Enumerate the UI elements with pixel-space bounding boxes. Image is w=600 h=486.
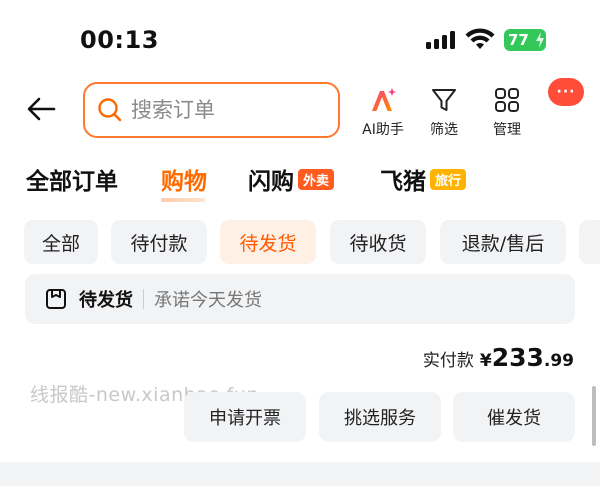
filter-funnel-icon [432,89,456,111]
message-bubble-icon[interactable]: ··· [548,78,584,106]
filter-chip-all[interactable]: 全部 [24,220,98,264]
tab-fliggy[interactable]: 飞猪 旅行 [380,162,467,196]
search-input[interactable] [131,98,331,122]
grid-manage-icon [495,88,519,112]
tab-badge-takeout: 外卖 [298,168,335,190]
charging-bolt-icon [536,32,544,48]
price-currency: ¥ [479,351,492,371]
order-status: 待发货 [79,290,133,311]
urge-shipment-button[interactable]: 催发货 [453,392,575,442]
manage-label: 管理 [493,122,521,138]
cellular-signal-icon [426,31,455,49]
tab-label: 闪购 [248,169,294,195]
tab-label: 飞猪 [380,169,426,195]
request-invoice-button[interactable]: 申请开票 [184,392,306,442]
wifi-icon [465,28,495,49]
battery-level: 77 [508,31,529,49]
filter-label: 筛选 [430,122,458,138]
status-time: 00:13 [80,26,159,54]
tab-flash-buy[interactable]: 闪购 外卖 [248,162,335,196]
paid-amount: 实付款 ¥ 233 .99 [423,343,574,372]
tab-badge-travel: 旅行 [430,168,467,190]
filter-chip-pending-payment[interactable]: 待付款 [111,220,207,264]
tab-label: 购物 [161,169,207,195]
tab-label: 全部订单 [26,169,118,195]
ai-assistant-icon [372,88,396,111]
search-box[interactable] [83,82,340,138]
order-status-row[interactable]: 待发货 承诺今天发货 [25,274,575,324]
status-divider [143,289,144,309]
battery-indicator: 77 [504,29,546,51]
manage-button[interactable]: 管理 [477,86,537,139]
back-arrow-icon[interactable] [26,94,56,124]
filter-chip-pending-receipt[interactable]: 待收货 [330,220,426,264]
ai-assistant-label: AI助手 [362,122,404,138]
tab-shopping[interactable]: 购物 [161,162,207,196]
price-decimal: .99 [543,351,574,371]
filter-chip-refund-aftersale[interactable]: 退款/售后 [440,220,566,264]
scrollbar[interactable] [592,386,596,446]
shipping-promise: 承诺今天发货 [154,290,262,311]
ai-assistant-button[interactable]: AI助手 [353,86,413,139]
paid-label: 实付款 [422,351,474,371]
package-icon [46,289,66,309]
filter-chip-pending-shipment[interactable]: 待发货 [220,220,316,264]
tab-all-orders[interactable]: 全部订单 [26,162,118,196]
filter-button[interactable]: 筛选 [414,86,474,139]
next-card-edge [0,462,600,486]
active-tab-indicator [161,198,205,202]
filter-chip-overflow[interactable] [579,220,600,264]
search-icon [98,98,122,122]
select-service-button[interactable]: 挑选服务 [319,392,441,442]
price-integer: 233 [491,343,544,372]
message-dots: ··· [556,84,576,100]
